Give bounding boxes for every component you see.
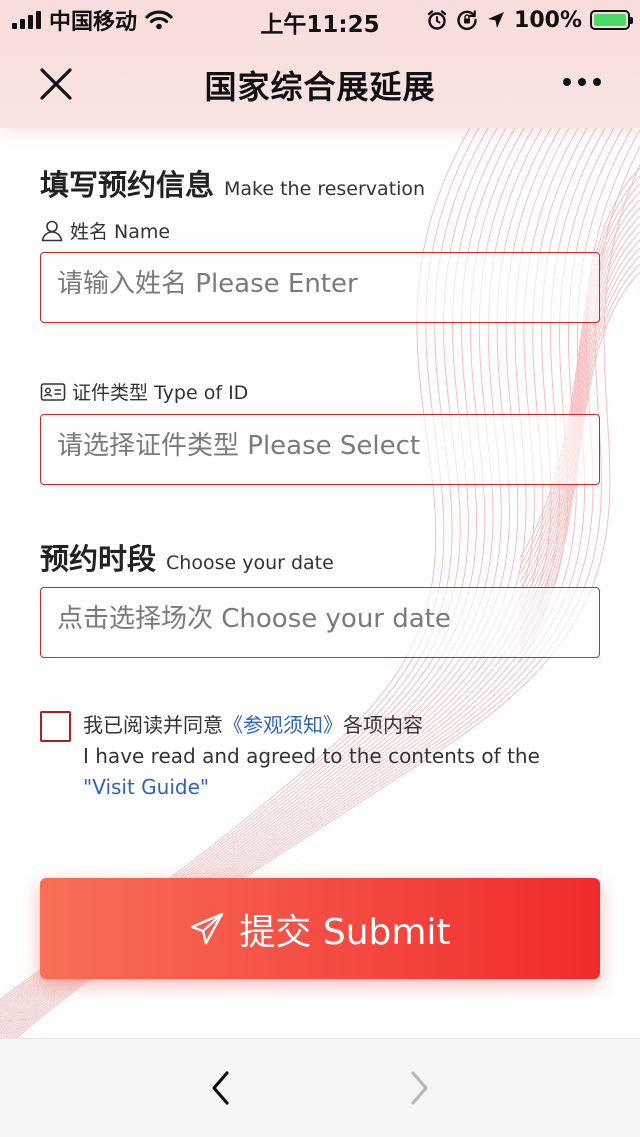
id-type-field-label: 证件类型 Type of ID (40, 378, 248, 405)
reservation-form: 填写预约信息 Make the reservation 姓名 Name 请输入姓… (0, 128, 640, 1038)
status-bar: 中国移动 上午11:25 100% (0, 0, 640, 40)
back-arrow-icon[interactable] (204, 1069, 238, 1107)
section-title-date: 预约时段 Choose your date (40, 536, 334, 578)
section-title-date-en: Choose your date (166, 552, 334, 574)
battery-fill (594, 14, 626, 26)
more-options-icon[interactable] (562, 76, 602, 88)
bottom-toolbar (0, 1038, 640, 1137)
person-icon (41, 220, 63, 241)
id-type-label-text: 证件类型 Type of ID (72, 382, 249, 404)
agreement-checkbox[interactable] (40, 711, 71, 742)
forward-arrow-icon[interactable] (402, 1069, 436, 1107)
section-title-en: Make the reservation (224, 178, 426, 200)
alarm-icon (427, 10, 447, 30)
name-input-placeholder: 请输入姓名 Please Enter (57, 269, 358, 299)
name-field-label: 姓名 Name (40, 217, 170, 244)
submit-label: 提交 Submit (239, 911, 451, 953)
agreement-text-en: I have read and agreed to the contents o… (83, 744, 540, 768)
location-arrow-icon (488, 12, 505, 28)
agreement-text: 我已阅读并同意《参观须知》各项内容 I have read and agreed… (83, 710, 603, 803)
date-select-placeholder: 点击选择场次 Choose your date (57, 604, 451, 634)
submit-button[interactable]: 提交 Submit (40, 878, 600, 979)
section-title-date-zh: 预约时段 (40, 542, 157, 576)
name-input[interactable]: 请输入姓名 Please Enter (40, 252, 600, 323)
battery-icon (590, 10, 633, 30)
battery-percent: 100% (514, 7, 582, 33)
paper-plane-icon (191, 912, 224, 944)
visit-guide-link-zh[interactable]: 《参观须知》 (223, 713, 343, 737)
page-title: 国家综合展延展 (204, 68, 436, 106)
visit-guide-link-en[interactable]: "Visit Guide" (83, 775, 209, 799)
agreement-text-before: 我已阅读并同意 (83, 713, 223, 737)
id-type-select-placeholder: 请选择证件类型 Please Select (57, 431, 421, 461)
orientation-lock-icon (457, 10, 477, 31)
section-title-zh: 填写预约信息 (40, 168, 215, 202)
status-right: 100% (426, 6, 633, 34)
section-title-reservation: 填写预约信息 Make the reservation (40, 162, 425, 204)
name-label-text: 姓名 Name (70, 221, 171, 243)
date-select[interactable]: 点击选择场次 Choose your date (40, 587, 600, 658)
nav-bar: 国家综合展延展 (0, 40, 640, 128)
id-type-select[interactable]: 请选择证件类型 Please Select (40, 414, 600, 485)
agreement-text-after: 各项内容 (343, 713, 423, 737)
id-card-icon (40, 382, 66, 401)
